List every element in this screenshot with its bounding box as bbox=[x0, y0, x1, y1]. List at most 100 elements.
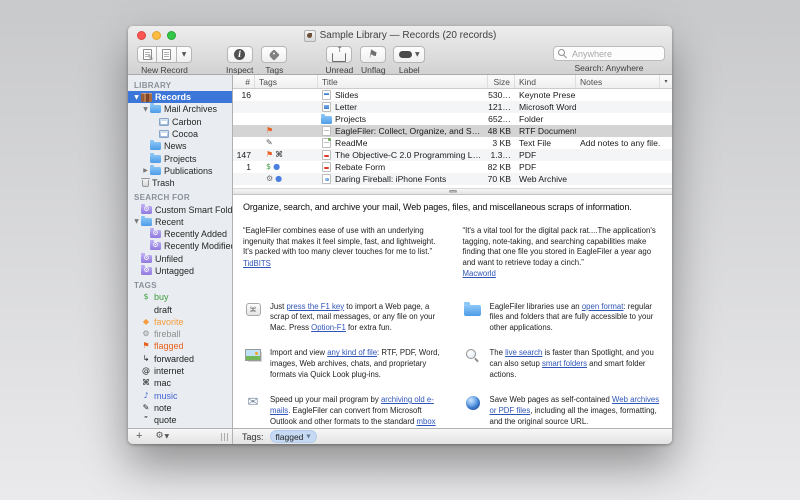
table-row-slides[interactable]: 16Slides530…Keynote Presen… bbox=[233, 89, 672, 101]
new-record-menu-button[interactable]: ▼ bbox=[177, 46, 192, 63]
cell-num: 1 bbox=[233, 162, 255, 172]
sidebar-item-custom-smart-folder[interactable]: Custom Smart Folder bbox=[128, 203, 232, 215]
sidebar-item-quote[interactable]: ”quote bbox=[128, 414, 232, 426]
sidebar-item-draft[interactable]: draft bbox=[128, 303, 232, 315]
sidebar-item-unfiled[interactable]: Unfiled bbox=[128, 253, 232, 265]
doc-link-mbox-format[interactable]: mbox format bbox=[270, 417, 436, 428]
doc-link-live-search[interactable]: live search bbox=[505, 348, 542, 357]
cell-title: The Objective-C 2.0 Programming Language bbox=[318, 150, 488, 160]
disclosure-triangle[interactable]: ▼ bbox=[132, 94, 141, 101]
search-input[interactable] bbox=[570, 48, 654, 60]
cell-tags: ✎ bbox=[255, 139, 318, 147]
pane-splitter[interactable] bbox=[233, 188, 672, 195]
column-header-kind[interactable]: Kind bbox=[515, 75, 576, 88]
sidebar-item-mail-archives[interactable]: ▼Mail Archives bbox=[128, 103, 232, 115]
disclosure-triangle[interactable]: ▼ bbox=[141, 106, 150, 113]
label-button[interactable]: ▼ bbox=[393, 46, 425, 63]
feature-icon-wrap: ✉ bbox=[243, 395, 263, 409]
sidebar-item-mac[interactable]: ⌘mac bbox=[128, 377, 232, 389]
doc-link-press-the-f1-key[interactable]: press the F1 key bbox=[286, 302, 344, 311]
action-menu-button[interactable]: ⚙ ▼ bbox=[155, 432, 169, 441]
table-header: # Tags Title Size Kind Notes ▾ bbox=[233, 75, 672, 89]
feature-icon-wrap: ⌘ bbox=[243, 302, 263, 316]
column-header-notes[interactable]: Notes bbox=[576, 75, 660, 88]
doc-link-archiving-old-e-mails[interactable]: archiving old e-mails bbox=[270, 395, 434, 415]
table-row-readme[interactable]: ✎ReadMe3 KBText FileAdd notes to any fil… bbox=[233, 137, 672, 149]
tags-button[interactable] bbox=[261, 46, 287, 63]
tag-icon bbox=[269, 49, 280, 60]
doc-link-web-archives-or-pdf-files[interactable]: Web archives or PDF files bbox=[490, 395, 660, 415]
tag-token-flagged[interactable]: flagged ▼ bbox=[270, 430, 317, 443]
traffic-lights bbox=[137, 31, 176, 40]
sidebar-item-projects[interactable]: Projects bbox=[128, 152, 232, 164]
table-row-letter[interactable]: Letter121…Microsoft Word… bbox=[233, 101, 672, 113]
sidebar-item-carbon[interactable]: Carbon bbox=[128, 116, 232, 128]
doc-link-any-kind-of-file[interactable]: any kind of file bbox=[327, 348, 377, 357]
flag-tag-icon: ⚑ bbox=[266, 151, 273, 159]
quote-source-link-tidbits[interactable]: TidBITS bbox=[243, 259, 443, 270]
zoom-button[interactable] bbox=[167, 31, 176, 40]
sidebar-item-untagged[interactable]: Untagged bbox=[128, 265, 232, 277]
sidebar-section-title-library: LIBRARY bbox=[128, 77, 232, 91]
sidebar-item-recently-added[interactable]: Recently Added bbox=[128, 228, 232, 240]
label-swatch-icon bbox=[399, 51, 412, 58]
unflag-button[interactable]: ⚑ bbox=[360, 46, 386, 63]
sidebar-item-buy[interactable]: $buy bbox=[128, 291, 232, 303]
unread-button[interactable] bbox=[326, 46, 352, 63]
sidebar-item-favorite[interactable]: ◆favorite bbox=[128, 316, 232, 328]
sidebar-item-flagged[interactable]: ⚑flagged bbox=[128, 340, 232, 352]
sidebar-item-label: Recently Modified bbox=[164, 241, 232, 251]
sidebar-item-label: Custom Smart Folder bbox=[155, 205, 232, 215]
column-header-size[interactable]: Size bbox=[488, 75, 515, 88]
inspect-button[interactable]: i bbox=[227, 46, 253, 63]
sidebar-item-label: internet bbox=[154, 366, 184, 376]
sidebar-item-recently-modified[interactable]: Recently Modified bbox=[128, 240, 232, 252]
sidebar-item-recent[interactable]: ▼Recent bbox=[128, 216, 232, 228]
sidebar-item-note[interactable]: ✎note bbox=[128, 402, 232, 414]
column-options-button[interactable]: ▾ bbox=[660, 75, 672, 88]
quote-source-link-macworld[interactable]: Macworld bbox=[463, 269, 663, 280]
sidebar-item-music[interactable]: ♪music bbox=[128, 390, 232, 402]
table-row-projects[interactable]: Projects652…Folder bbox=[233, 113, 672, 125]
record-title-text: Daring Fireball: iPhone Fonts bbox=[335, 174, 446, 184]
new-plain-text-button[interactable] bbox=[157, 46, 177, 63]
disclosure-triangle[interactable]: ▼ bbox=[132, 218, 141, 225]
sidebar-item-label: fireball bbox=[154, 329, 181, 339]
sidebar-item-cocoa[interactable]: Cocoa bbox=[128, 128, 232, 140]
new-rich-text-button[interactable] bbox=[137, 46, 157, 63]
new-document-pencil-icon bbox=[143, 49, 152, 60]
titlebar[interactable]: Sample Library — Records (20 records) bbox=[128, 26, 672, 45]
disclosure-triangle[interactable]: ▶ bbox=[141, 167, 150, 174]
sidebar-item-fireball[interactable]: ⚙fireball bbox=[128, 328, 232, 340]
sidebar-item-label: quote bbox=[154, 415, 177, 425]
sidebar-item-internet[interactable]: @internet bbox=[128, 365, 232, 377]
sidebar-item-records[interactable]: ▼Records bbox=[128, 91, 232, 103]
close-button[interactable] bbox=[137, 31, 146, 40]
doc-link-option-f1[interactable]: Option-F1 bbox=[311, 323, 346, 332]
keynote-file-icon bbox=[322, 90, 331, 100]
table-row-daring-fireball-iphone-fonts[interactable]: ⚙●Daring Fireball: iPhone Fonts70 KBWeb … bbox=[233, 173, 672, 185]
column-header-tags[interactable]: Tags bbox=[255, 75, 318, 88]
sidebar-item-trash[interactable]: Trash bbox=[128, 177, 232, 189]
doc-link-open-format[interactable]: open format bbox=[582, 302, 624, 311]
column-header-num[interactable]: # bbox=[233, 75, 255, 88]
cell-num: 147 bbox=[233, 150, 255, 160]
sidebar-item-news[interactable]: News bbox=[128, 140, 232, 152]
sidebar-item-label: Publications bbox=[164, 166, 213, 176]
sidebar-item-forwarded[interactable]: ↳forwarded bbox=[128, 353, 232, 365]
minimize-button[interactable] bbox=[152, 31, 161, 40]
search-field[interactable] bbox=[553, 46, 665, 61]
column-header-title[interactable]: Title bbox=[318, 75, 488, 88]
add-button[interactable]: + bbox=[136, 431, 142, 442]
feature-item: ⌘Just press the F1 key to import a Web p… bbox=[243, 302, 443, 335]
document-heading: Organize, search, and archive your mail,… bbox=[243, 202, 662, 212]
splitter-grip-icon[interactable] bbox=[221, 433, 229, 441]
table-row-rebate-form[interactable]: 1$●Rebate Form82 KBPDF bbox=[233, 161, 672, 173]
table-row-eaglefiler-collect-organize-an[interactable]: ⚑EagleFiler: Collect, Organize, and Sear… bbox=[233, 125, 672, 137]
sidebar-item-label: Projects bbox=[164, 154, 197, 164]
sidebar-item-label: Cocoa bbox=[172, 129, 198, 139]
doc-link-smart-folders[interactable]: smart folders bbox=[542, 359, 587, 368]
sidebar-item-publications[interactable]: ▶ Publications bbox=[128, 165, 232, 177]
cell-size: 48 KB bbox=[488, 126, 515, 136]
table-row-the-objective-c-2-0-programmin[interactable]: 147⚑⌘The Objective-C 2.0 Programming Lan… bbox=[233, 149, 672, 161]
